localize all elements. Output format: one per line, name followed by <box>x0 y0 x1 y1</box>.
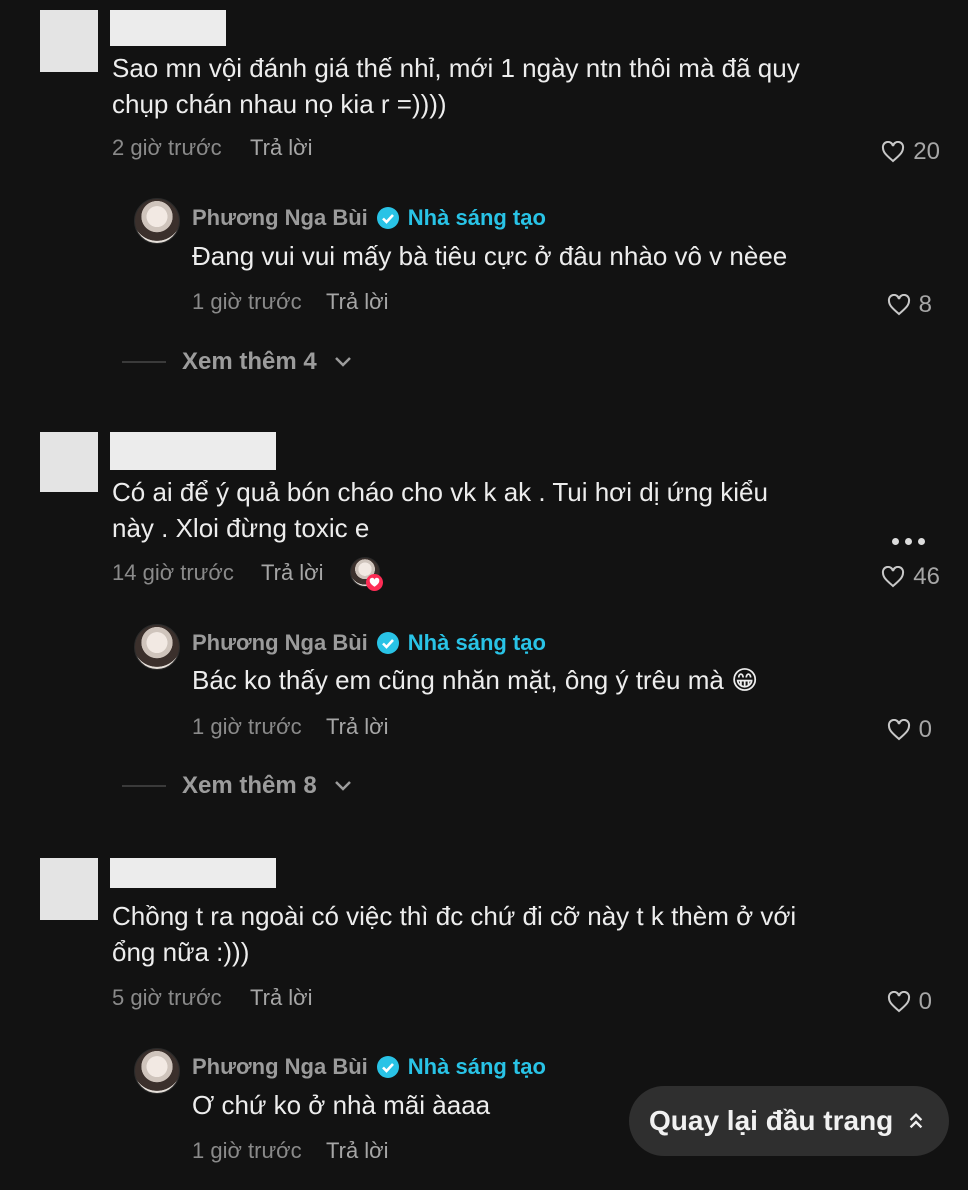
divider <box>122 361 166 363</box>
heart-filled-icon <box>366 574 383 591</box>
creator-name[interactable]: Phương Nga Bùi <box>192 205 368 231</box>
verified-badge-icon <box>376 207 399 229</box>
reply-button[interactable]: Trả lời <box>326 289 389 315</box>
reply-button[interactable]: Trả lời <box>250 135 313 161</box>
like-count: 0 <box>918 716 932 743</box>
back-to-top-button[interactable]: Quay lại đầu trang <box>629 1086 950 1156</box>
comment-text: Có ai để ý quả bón cháo cho vk k ak . Tu… <box>112 477 768 543</box>
username-redacted[interactable] <box>110 10 226 46</box>
like-count: 20 <box>913 138 940 165</box>
username-redacted[interactable] <box>110 858 276 888</box>
creator-header: Phương Nga Bùi Nhà sáng tạo <box>192 1054 546 1080</box>
view-more-replies[interactable]: Xem thêm 4 <box>122 348 353 376</box>
comment-text: Sao mn vội đánh giá thế nhỉ, mới 1 ngày … <box>112 53 800 119</box>
reply-button[interactable]: Trả lời <box>326 1138 389 1164</box>
creator-tag: Nhà sáng tạo <box>407 205 546 230</box>
creator-name[interactable]: Phương Nga Bùi <box>192 630 368 656</box>
view-more-label: Xem thêm 8 <box>182 772 317 799</box>
creator-avatar[interactable] <box>134 198 180 244</box>
double-chevron-up-icon <box>910 1113 923 1129</box>
more-dots-icon[interactable] <box>892 538 925 545</box>
creator-avatar[interactable] <box>134 624 180 670</box>
avatar[interactable] <box>40 10 98 72</box>
creator-tag: Nhà sáng tạo <box>407 630 546 655</box>
like-button[interactable]: 0 <box>887 988 932 1016</box>
like-button[interactable]: 0 <box>887 716 932 744</box>
reply-button[interactable]: Trả lời <box>250 985 313 1011</box>
reply-time: 1 giờ trước <box>192 289 302 314</box>
creator-name[interactable]: Phương Nga Bùi <box>192 1054 368 1080</box>
creator-header: Phương Nga Bùi Nhà sáng tạo <box>192 630 546 656</box>
reply-text: Ơ chứ ko ở nhà mãi àaaa <box>192 1090 491 1120</box>
reply-time: 1 giờ trước <box>192 1138 302 1163</box>
reply-button[interactable]: Trả lời <box>326 714 389 740</box>
like-count: 0 <box>918 988 932 1015</box>
reply-button[interactable]: Trả lời <box>261 560 324 586</box>
like-count: 8 <box>918 291 932 318</box>
chevron-down-icon <box>334 357 351 367</box>
back-to-top-label: Quay lại đầu trang <box>649 1105 894 1136</box>
reply-time: 1 giờ trước <box>192 714 302 739</box>
creator-header: Phương Nga Bùi Nhà sáng tạo <box>192 205 546 231</box>
verified-badge-icon <box>376 1056 399 1078</box>
heart-outline-icon <box>887 719 910 741</box>
comment-text: Chồng t ra ngoài có việc thì đc chứ đi c… <box>112 901 797 967</box>
username-redacted[interactable] <box>110 432 276 470</box>
chevron-down-icon <box>334 781 351 791</box>
comment-time: 2 giờ trước <box>112 135 222 160</box>
verified-badge-icon <box>376 632 399 654</box>
heart-outline-icon <box>882 566 905 588</box>
avatar[interactable] <box>40 858 98 920</box>
creator-avatar[interactable] <box>134 1048 180 1094</box>
comment-time: 5 giờ trước <box>112 985 222 1010</box>
view-more-replies[interactable]: Xem thêm 8 <box>122 772 353 800</box>
view-more-label: Xem thêm 4 <box>182 348 317 375</box>
creator-liked-badge <box>350 557 386 593</box>
heart-outline-icon <box>887 294 910 316</box>
creator-tag: Nhà sáng tạo <box>407 1054 546 1079</box>
avatar[interactable] <box>40 432 98 492</box>
reply-text: Đang vui vui mấy bà tiêu cực ở đâu nhào … <box>192 241 788 271</box>
like-button[interactable]: 20 <box>881 138 940 166</box>
heart-outline-icon <box>882 141 905 163</box>
divider <box>122 785 166 787</box>
heart-outline-icon <box>887 991 910 1013</box>
like-count: 46 <box>913 563 940 590</box>
comment-time: 14 giờ trước <box>112 560 234 585</box>
reply-text: Bác ko thấy em cũng nhăn mặt, ông ý trêu… <box>192 665 759 695</box>
like-button[interactable]: 8 <box>887 291 932 319</box>
like-button[interactable]: 46 <box>881 563 940 591</box>
